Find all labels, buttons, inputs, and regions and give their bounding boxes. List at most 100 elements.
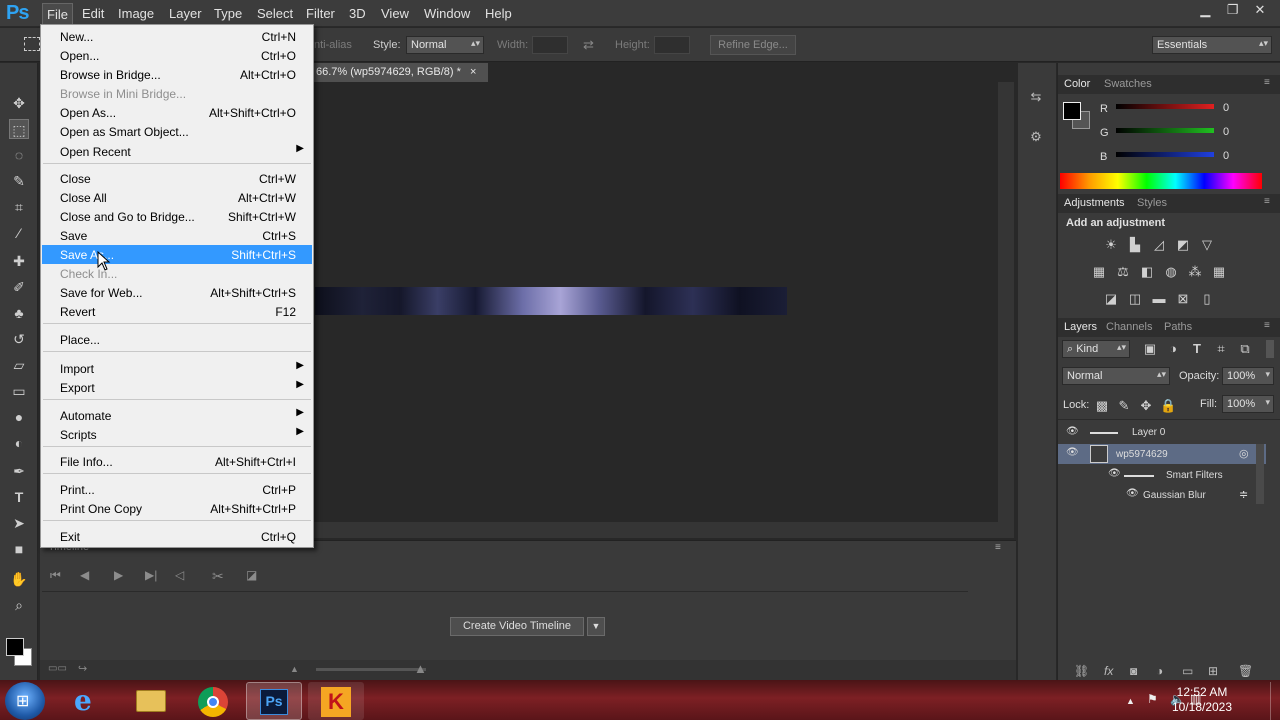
fx-icon[interactable]: fx bbox=[1104, 664, 1113, 678]
vibrance-icon[interactable]: ▽ bbox=[1199, 237, 1215, 253]
healing-brush-icon[interactable]: ✚ bbox=[9, 251, 29, 271]
taskbar-file-explorer[interactable] bbox=[124, 682, 180, 720]
mute-audio-icon[interactable]: ◁ bbox=[175, 568, 184, 582]
convert-icon[interactable]: ↪ bbox=[78, 662, 87, 675]
menu-3d[interactable]: 3D bbox=[345, 6, 370, 21]
delete-layer-icon[interactable]: 🗑 bbox=[1238, 664, 1253, 678]
menu-item-import[interactable]: Import ▶ bbox=[42, 359, 312, 378]
workspace-dropdown[interactable]: Essentials ▴▾ bbox=[1152, 36, 1272, 54]
gradient-tool-icon[interactable]: ▭ bbox=[9, 381, 29, 401]
path-select-icon[interactable]: ➤ bbox=[9, 513, 29, 533]
green-slider[interactable] bbox=[1116, 128, 1214, 133]
menu-item-new[interactable]: New... Ctrl+N bbox=[42, 27, 312, 46]
menu-item-open[interactable]: Open... Ctrl+O bbox=[42, 46, 312, 65]
eyedropper-icon[interactable]: ⁄ bbox=[9, 223, 29, 243]
menu-item-save-as[interactable]: Save As... Shift+Ctrl+S bbox=[42, 245, 312, 264]
curves-icon[interactable]: ◿ bbox=[1151, 237, 1167, 253]
new-group-icon[interactable]: ▭ bbox=[1182, 664, 1193, 678]
blending-options-icon[interactable]: ≑ bbox=[1239, 488, 1248, 501]
menu-item-close-all[interactable]: Close All Alt+Ctrl+W bbox=[42, 188, 312, 207]
menu-layer[interactable]: Layer bbox=[165, 6, 206, 21]
previous-frame-icon[interactable]: ◀ bbox=[80, 568, 89, 582]
menu-item-close-go-bridge[interactable]: Close and Go to Bridge... Shift+Ctrl+W bbox=[42, 207, 312, 226]
close-tab-icon[interactable]: × bbox=[470, 66, 476, 78]
create-video-timeline-button[interactable]: Create Video Timeline bbox=[450, 617, 584, 636]
menu-filter[interactable]: Filter bbox=[302, 6, 339, 21]
action-center-icon[interactable]: ⚑ bbox=[1147, 692, 1158, 706]
menu-item-save[interactable]: Save Ctrl+S bbox=[42, 226, 312, 245]
visibility-eye-icon[interactable]: 👁 bbox=[1066, 426, 1079, 437]
posterize-icon[interactable]: ◫ bbox=[1127, 291, 1143, 307]
menu-item-place[interactable]: Place... bbox=[42, 330, 312, 349]
levels-icon[interactable]: ▙ bbox=[1127, 237, 1143, 253]
play-icon[interactable]: ▶ bbox=[114, 568, 123, 582]
marquee-icon[interactable] bbox=[24, 37, 40, 51]
opacity-field[interactable]: 100% ▾ bbox=[1222, 367, 1274, 385]
foreground-color-chip[interactable] bbox=[1063, 102, 1081, 120]
split-clip-icon[interactable]: ✂ bbox=[212, 568, 224, 585]
filter-toggle[interactable] bbox=[1266, 340, 1274, 358]
menu-item-open-recent[interactable]: Open Recent ▶ bbox=[42, 142, 312, 161]
selective-color-icon[interactable]: ⊠ bbox=[1175, 291, 1191, 307]
tab-channels[interactable]: Channels bbox=[1106, 321, 1152, 333]
transition-icon[interactable]: ◪ bbox=[246, 568, 257, 582]
quick-select-icon[interactable]: ✎ bbox=[9, 171, 29, 191]
menu-view[interactable]: View bbox=[377, 6, 413, 21]
color-spectrum-bar[interactable] bbox=[1060, 173, 1262, 189]
visibility-eye-icon[interactable]: 👁 bbox=[1126, 488, 1139, 499]
adjustments-menu-icon[interactable]: ≡ bbox=[1264, 196, 1270, 207]
foreground-color-swatch[interactable] bbox=[6, 638, 24, 656]
brightness-contrast-icon[interactable]: ☀ bbox=[1103, 237, 1119, 253]
blue-value[interactable]: 0 bbox=[1218, 149, 1258, 165]
layer-row[interactable]: 👁 Smart Filters bbox=[1058, 465, 1266, 485]
crop-tool-icon[interactable]: ⌗ bbox=[9, 197, 29, 217]
rectangle-tool-icon[interactable]: ■ bbox=[9, 539, 29, 559]
menu-item-save-for-web[interactable]: Save for Web... Alt+Shift+Ctrl+S bbox=[42, 283, 312, 302]
history-icon[interactable]: ⇆ bbox=[1026, 89, 1046, 109]
blur-tool-icon[interactable]: ● bbox=[9, 407, 29, 427]
menu-item-print[interactable]: Print... Ctrl+P bbox=[42, 480, 312, 499]
lock-all-icon[interactable]: 🔒 bbox=[1160, 398, 1176, 414]
tab-styles[interactable]: Styles bbox=[1137, 197, 1167, 209]
filter-adjustment-icon[interactable]: ◑ bbox=[1165, 341, 1181, 357]
black-white-icon[interactable]: ◧ bbox=[1139, 264, 1155, 280]
red-slider[interactable] bbox=[1116, 104, 1214, 109]
channel-mixer-icon[interactable]: ⁂ bbox=[1187, 264, 1203, 280]
taskbar-clock[interactable]: 12:52 AM 10/18/2023 bbox=[1162, 685, 1242, 715]
menu-window[interactable]: Window bbox=[420, 6, 474, 21]
timeline-mode-dropdown[interactable]: ▼ bbox=[587, 617, 605, 636]
color-balance-icon[interactable]: ⚖ bbox=[1115, 264, 1131, 280]
move-tool-icon[interactable]: ✥ bbox=[9, 93, 29, 113]
menu-item-scripts[interactable]: Scripts ▶ bbox=[42, 425, 312, 444]
menu-item-close[interactable]: Close Ctrl+W bbox=[42, 169, 312, 188]
visibility-eye-icon[interactable]: 👁 bbox=[1108, 468, 1121, 479]
filter-smart-object-icon[interactable]: ⧉ bbox=[1237, 341, 1253, 357]
menu-item-exit[interactable]: Exit Ctrl+Q bbox=[42, 527, 312, 546]
threshold-icon[interactable]: ▬ bbox=[1151, 291, 1167, 307]
taskbar-app-k[interactable]: K bbox=[308, 682, 364, 720]
blend-mode-dropdown[interactable]: Normal ▴▾ bbox=[1062, 367, 1170, 385]
tab-adjustments[interactable]: Adjustments bbox=[1064, 197, 1125, 209]
green-value[interactable]: 0 bbox=[1218, 125, 1258, 141]
menu-item-open-as[interactable]: Open As... Alt+Shift+Ctrl+O bbox=[42, 103, 312, 122]
color-panel-menu-icon[interactable]: ≡ bbox=[1264, 77, 1270, 88]
layer-row[interactable]: 👁 Gaussian Blur ≑ bbox=[1058, 485, 1266, 505]
lock-image-icon[interactable]: ✎ bbox=[1116, 398, 1132, 414]
dodge-tool-icon[interactable]: ◐ bbox=[9, 433, 29, 453]
taskbar-photoshop[interactable]: Ps bbox=[246, 682, 302, 720]
style-dropdown[interactable]: Normal ▴▾ bbox=[406, 36, 484, 54]
zoom-out-timeline-icon[interactable]: ▲ bbox=[290, 664, 299, 674]
clone-stamp-icon[interactable]: ♣ bbox=[9, 303, 29, 323]
document-tab[interactable]: 66.7% (wp5974629, RGB/8) * × bbox=[312, 63, 488, 82]
color-lookup-icon[interactable]: ▦ bbox=[1211, 264, 1227, 280]
filter-pixel-icon[interactable]: ▣ bbox=[1142, 341, 1158, 357]
red-value[interactable]: 0 bbox=[1218, 101, 1258, 117]
hue-saturation-icon[interactable]: ▦ bbox=[1091, 264, 1107, 280]
menu-item-file-info[interactable]: File Info... Alt+Shift+Ctrl+I bbox=[42, 452, 312, 471]
visibility-eye-icon[interactable]: 👁 bbox=[1066, 447, 1079, 458]
menu-item-revert[interactable]: Revert F12 bbox=[42, 302, 312, 321]
layers-menu-icon[interactable]: ≡ bbox=[1264, 320, 1270, 331]
next-frame-icon[interactable]: ▶| bbox=[145, 568, 157, 582]
link-layers-icon[interactable]: ⛓ bbox=[1074, 664, 1089, 678]
timeline-menu-icon[interactable]: ≡ bbox=[995, 542, 1001, 553]
